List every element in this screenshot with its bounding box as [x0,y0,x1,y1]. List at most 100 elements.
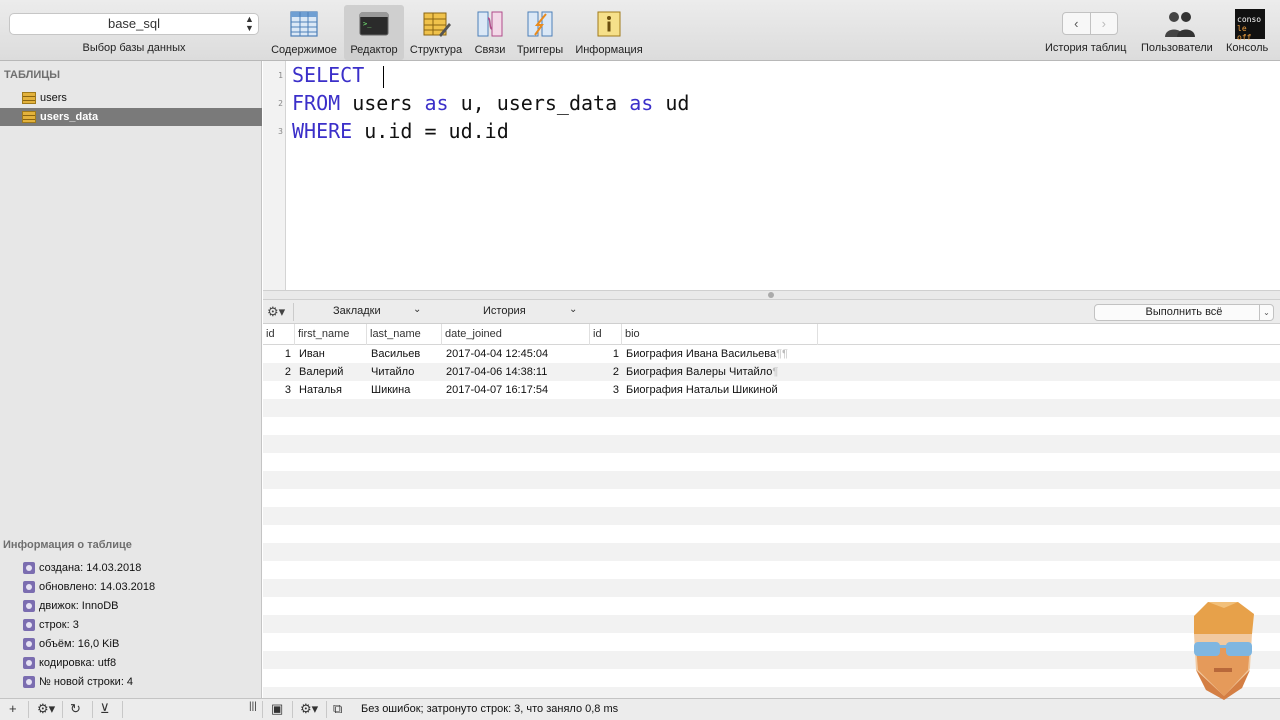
pilcrow-mark: ¶¶ [776,348,788,360]
filter-toggle-icon[interactable]: ⊻ [100,701,110,717]
cell-first-name[interactable]: Иван [299,345,325,363]
info-bullet-icon [23,638,35,650]
gear-icon[interactable]: ⚙▾ [300,701,318,717]
database-select[interactable]: base_sql ▲ ▼ [9,13,259,35]
row-stripe [263,687,1280,698]
row-stripe [263,561,1280,579]
toggle-panel-icon[interactable]: ▣ [271,701,283,717]
sql-editor[interactable]: 1 2 3 SELECT FROM users as u, users_data… [263,61,1280,290]
row-stripe [263,651,1280,669]
cell-date-joined[interactable]: 2017-04-07 16:17:54 [446,381,548,399]
svg-text:>_: >_ [363,20,372,28]
info-icon [597,11,621,37]
toolbar-triggers-label: Триггеры [516,44,564,56]
sql-text: users [340,91,425,115]
row-stripe [263,471,1280,489]
toolbar-relations-button[interactable]: Связи [470,5,510,59]
sql-keyword: SELECT [292,63,365,87]
row-stripe [263,435,1280,453]
run-all-button[interactable]: Выполнить всё ⌄ [1094,304,1274,321]
cell-id[interactable]: 2 [590,363,619,381]
console-icon-line-2: le off [1237,24,1252,42]
editor-results-splitter[interactable] [263,290,1280,300]
cell-date-joined[interactable]: 2017-04-04 12:45:04 [446,345,548,363]
sql-text: ud [653,91,690,115]
info-bullet-icon [23,581,35,593]
cell-date-joined[interactable]: 2017-04-06 14:38:11 [446,363,547,381]
database-select-caption: Выбор базы данных [82,42,186,54]
terminal-icon: >_ [359,12,389,36]
code-line[interactable]: FROM users as u, users_data as ud [292,91,689,115]
toolbar-structure-button[interactable]: Структура [406,5,466,59]
toolbar-info-button[interactable]: Информация [572,5,646,59]
info-encoding-text: кодировка: utf8 [39,657,117,669]
results-table: id first_name last_name date_joined id b… [263,324,1280,698]
toolbar-content-label: Содержимое [271,44,337,56]
cell-id[interactable]: 3 [263,381,291,399]
row-stripe [263,669,1280,687]
row-stripe [263,597,1280,615]
console-icon: conso le off [1235,9,1265,42]
cell-id[interactable]: 1 [590,345,619,363]
sql-keyword: WHERE [292,119,353,143]
updown-chevron-icon: ▲ ▼ [245,14,254,33]
cell-last-name[interactable]: Васильев [371,345,420,363]
console-label: Консоль [1226,42,1269,54]
refresh-icon[interactable]: ↻ [70,701,81,717]
info-bullet-icon [23,562,35,574]
row-stripe [263,615,1280,633]
table-history-nav: ‹ › [1062,12,1118,35]
column-header[interactable]: last_name [367,324,442,345]
column-header[interactable]: bio [622,324,818,345]
sidebar-table-users-data[interactable]: users_data [0,108,262,126]
history-popup[interactable]: История ⌄ [483,304,583,317]
copy-rows-icon[interactable]: ⧉ [333,701,342,717]
chevron-down-icon[interactable]: ⌄ [1259,305,1273,320]
sql-text: u.id = ud.id [352,119,509,143]
info-created-text: создана: 14.03.2018 [39,562,142,574]
row-stripe [263,525,1280,543]
toolbar-editor-button[interactable]: >_ Редактор [344,5,404,60]
resize-handle-icon[interactable]: ||| [249,701,257,712]
cell-bio[interactable]: Биография Натальи Шикиной [626,381,778,399]
gear-icon[interactable]: ⚙▾ [267,304,285,320]
cell-last-name[interactable]: Читайло [371,363,414,381]
sidebar: ТАБЛИЦЫ users users_data Информация о та… [0,61,262,698]
pilcrow-mark: ¶ [772,366,779,378]
cell-id[interactable]: 3 [590,381,619,399]
info-auto-increment: № новой строки: 4 [23,674,133,690]
cell-bio[interactable]: Биография Ивана Васильева¶¶ [626,345,788,363]
code-line[interactable]: WHERE u.id = ud.id [292,119,509,143]
code-line[interactable]: SELECT [292,63,376,87]
column-header[interactable]: date_joined [442,324,590,345]
bookmarks-popup[interactable]: Закладки ⌄ [333,304,423,317]
info-engine-text: движок: InnoDB [39,600,119,612]
row-stripe [263,453,1280,471]
cell-last-name[interactable]: Шикина [371,381,410,399]
history-back-button[interactable]: ‹ [1063,13,1090,34]
history-forward-button[interactable]: › [1089,13,1118,34]
sidebar-table-users[interactable]: users [0,89,262,107]
toolbar-triggers-button[interactable]: Триггеры [512,5,568,59]
gear-icon[interactable]: ⚙▾ [37,701,55,717]
presenter-avatar [1194,602,1254,700]
cell-bio[interactable]: Биография Валеры Читайло¶ [626,363,778,381]
cell-first-name[interactable]: Наталья [299,381,342,399]
info-created: создана: 14.03.2018 [23,560,141,576]
toolbar-relations-label: Связи [474,44,506,56]
cell-id[interactable]: 2 [263,363,291,381]
cell-bio-text: Биография Натальи Шикиной [626,384,778,396]
column-header[interactable]: first_name [295,324,367,345]
structure-icon [423,12,451,37]
cell-id[interactable]: 1 [263,345,291,363]
column-header[interactable]: id [263,324,295,345]
chevron-down-icon: ⌄ [413,304,422,315]
divider [326,701,327,718]
bookmarks-label: Закладки [333,305,381,317]
row-stripe [263,579,1280,597]
column-header[interactable]: id [590,324,622,345]
add-table-button[interactable]: + [9,701,17,716]
cell-first-name[interactable]: Валерий [299,363,343,381]
toolbar-content-button[interactable]: Содержимое [266,5,342,59]
